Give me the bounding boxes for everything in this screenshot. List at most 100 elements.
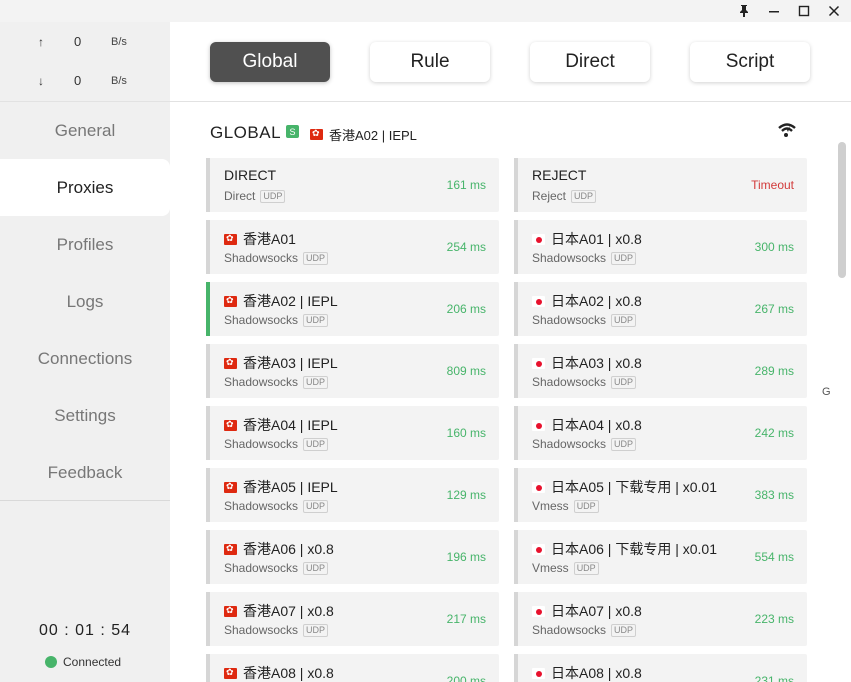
proxy-delay[interactable]: 254 ms xyxy=(447,240,486,254)
minimize-button[interactable] xyxy=(760,0,788,22)
proxy-delay[interactable]: 129 ms xyxy=(447,488,486,502)
pin-icon[interactable] xyxy=(730,0,758,22)
jp-flag-icon xyxy=(532,667,545,679)
traffic-panel: ↑ 0 B/s ↓ 0 B/s xyxy=(0,22,170,102)
nav-item-connections[interactable]: Connections xyxy=(0,330,170,387)
proxy-card[interactable]: 香港A08 | x0.8ShadowsocksUDP200 ms xyxy=(206,654,499,682)
udp-badge: UDP xyxy=(303,251,329,265)
side-letter: G xyxy=(822,386,831,398)
udp-badge: UDP xyxy=(303,313,329,327)
latency-test-icon[interactable] xyxy=(777,122,801,142)
proxy-delay[interactable]: 383 ms xyxy=(755,488,794,502)
proxy-card-indicator xyxy=(206,158,210,212)
proxy-type-row: Reject UDP xyxy=(532,189,597,203)
proxy-delay[interactable]: 554 ms xyxy=(755,550,794,564)
proxy-card[interactable]: 香港A07 | x0.8 Shadowsocks UDP 217 ms xyxy=(206,592,499,646)
proxy-name-row: 香港A08 | x0.8 xyxy=(224,663,334,682)
proxy-name-row: 日本A07 | x0.8 xyxy=(532,601,642,621)
hk-flag-icon xyxy=(224,543,237,555)
proxy-name: 香港A02 | IEPL xyxy=(243,293,338,309)
proxy-delay[interactable]: Timeout xyxy=(751,178,794,192)
proxy-card[interactable]: 日本A06 | 下载专用 | x0.01 Vmess UDP 554 ms xyxy=(514,530,807,584)
nav-item-proxies[interactable]: Proxies xyxy=(0,159,170,216)
upload-value: 0 xyxy=(74,34,82,49)
proxy-delay[interactable]: 200 ms xyxy=(447,674,486,682)
upload-row: ↑ 0 B/s xyxy=(0,33,170,53)
udp-badge: UDP xyxy=(573,499,599,513)
close-button[interactable] xyxy=(820,0,848,22)
hk-flag-icon xyxy=(224,667,237,679)
proxy-card-indicator xyxy=(514,220,518,274)
proxy-name: 日本A06 | 下载专用 | x0.01 xyxy=(551,541,717,557)
download-unit: B/s xyxy=(111,75,127,87)
nav-item-profiles[interactable]: Profiles xyxy=(0,216,170,273)
nav-item-logs[interactable]: Logs xyxy=(0,273,170,330)
proxy-delay[interactable]: 217 ms xyxy=(447,612,486,626)
nav-item-general[interactable]: General xyxy=(0,102,170,159)
proxy-delay[interactable]: 160 ms xyxy=(447,426,486,440)
proxy-name-row: 日本A06 | 下载专用 | x0.01 xyxy=(532,539,717,559)
proxy-name: 日本A08 | x0.8 xyxy=(551,665,642,681)
proxy-name: 日本A01 | x0.8 xyxy=(551,231,642,247)
proxy-type-row: Shadowsocks UDP xyxy=(224,437,329,451)
proxy-type: Shadowsocks xyxy=(224,561,299,575)
proxy-name: DIRECT xyxy=(224,167,277,183)
proxy-card[interactable]: 香港A06 | x0.8 Shadowsocks UDP 196 ms xyxy=(206,530,499,584)
download-value: 0 xyxy=(74,73,82,88)
maximize-button[interactable] xyxy=(790,0,818,22)
scrollbar-thumb[interactable] xyxy=(838,142,846,278)
proxy-delay[interactable]: 267 ms xyxy=(755,302,794,316)
proxy-delay[interactable]: 809 ms xyxy=(447,364,486,378)
title-bar xyxy=(0,0,851,22)
udp-badge: UDP xyxy=(611,437,637,451)
udp-badge: UDP xyxy=(611,623,637,637)
mode-script-button[interactable]: Script xyxy=(690,42,810,82)
proxy-delay[interactable]: 196 ms xyxy=(447,550,486,564)
proxy-type-row: Shadowsocks UDP xyxy=(532,375,637,389)
upload-arrow-icon: ↑ xyxy=(38,35,44,49)
proxy-card[interactable]: 香港A03 | IEPL Shadowsocks UDP 809 ms xyxy=(206,344,499,398)
proxy-card[interactable]: 香港A05 | IEPL Shadowsocks UDP 129 ms xyxy=(206,468,499,522)
proxy-card[interactable]: 日本A02 | x0.8 Shadowsocks UDP 267 ms xyxy=(514,282,807,336)
proxy-card[interactable]: 日本A05 | 下载专用 | x0.01 Vmess UDP 383 ms xyxy=(514,468,807,522)
proxy-card[interactable]: REJECT Reject UDP Timeout xyxy=(514,158,807,212)
proxy-card[interactable]: 日本A04 | x0.8 Shadowsocks UDP 242 ms xyxy=(514,406,807,460)
proxy-card[interactable]: DIRECT Direct UDP 161 ms xyxy=(206,158,499,212)
proxy-card[interactable]: 日本A08 | x0.8ShadowsocksUDP231 ms xyxy=(514,654,807,682)
proxy-name-row: 香港A03 | IEPL xyxy=(224,353,338,373)
sidebar: ↑ 0 B/s ↓ 0 B/s General Proxies Profiles Lo… xyxy=(0,22,170,682)
proxy-delay[interactable]: 300 ms xyxy=(755,240,794,254)
udp-badge: UDP xyxy=(571,189,597,203)
proxy-card-indicator xyxy=(206,406,210,460)
proxy-delay[interactable]: 161 ms xyxy=(447,178,486,192)
jp-flag-icon xyxy=(532,605,545,617)
proxy-card[interactable]: 日本A07 | x0.8 Shadowsocks UDP 223 ms xyxy=(514,592,807,646)
proxy-delay[interactable]: 206 ms xyxy=(447,302,486,316)
proxy-name: 日本A07 | x0.8 xyxy=(551,603,642,619)
proxy-card-indicator xyxy=(206,530,210,584)
nav-item-settings[interactable]: Settings xyxy=(0,387,170,444)
proxy-delay[interactable]: 223 ms xyxy=(755,612,794,626)
proxy-card[interactable]: 香港A02 | IEPL Shadowsocks UDP 206 ms xyxy=(206,282,499,336)
proxy-delay[interactable]: 231 ms xyxy=(755,674,794,682)
proxy-delay[interactable]: 242 ms xyxy=(755,426,794,440)
proxy-card[interactable]: 日本A03 | x0.8 Shadowsocks UDP 289 ms xyxy=(514,344,807,398)
proxy-type-row: Shadowsocks UDP xyxy=(532,313,637,327)
group-selected-label: 香港A02 | IEPL xyxy=(329,128,417,143)
proxy-card[interactable]: 香港A01 Shadowsocks UDP 254 ms xyxy=(206,220,499,274)
proxy-card-indicator xyxy=(514,530,518,584)
proxy-name: 香港A06 | x0.8 xyxy=(243,541,334,557)
hk-flag-icon xyxy=(224,357,237,369)
nav-item-feedback[interactable]: Feedback xyxy=(0,444,170,501)
mode-direct-button[interactable]: Direct xyxy=(530,42,650,82)
proxy-delay[interactable]: 289 ms xyxy=(755,364,794,378)
proxy-name: 日本A05 | 下载专用 | x0.01 xyxy=(551,479,717,495)
jp-flag-icon xyxy=(532,233,545,245)
mode-rule-button[interactable]: Rule xyxy=(370,42,490,82)
proxy-type-row: Shadowsocks UDP xyxy=(532,437,637,451)
jp-flag-icon xyxy=(532,295,545,307)
mode-global-button[interactable]: Global xyxy=(210,42,330,82)
udp-badge: UDP xyxy=(303,375,329,389)
proxy-card[interactable]: 日本A01 | x0.8 Shadowsocks UDP 300 ms xyxy=(514,220,807,274)
proxy-card[interactable]: 香港A04 | IEPL Shadowsocks UDP 160 ms xyxy=(206,406,499,460)
